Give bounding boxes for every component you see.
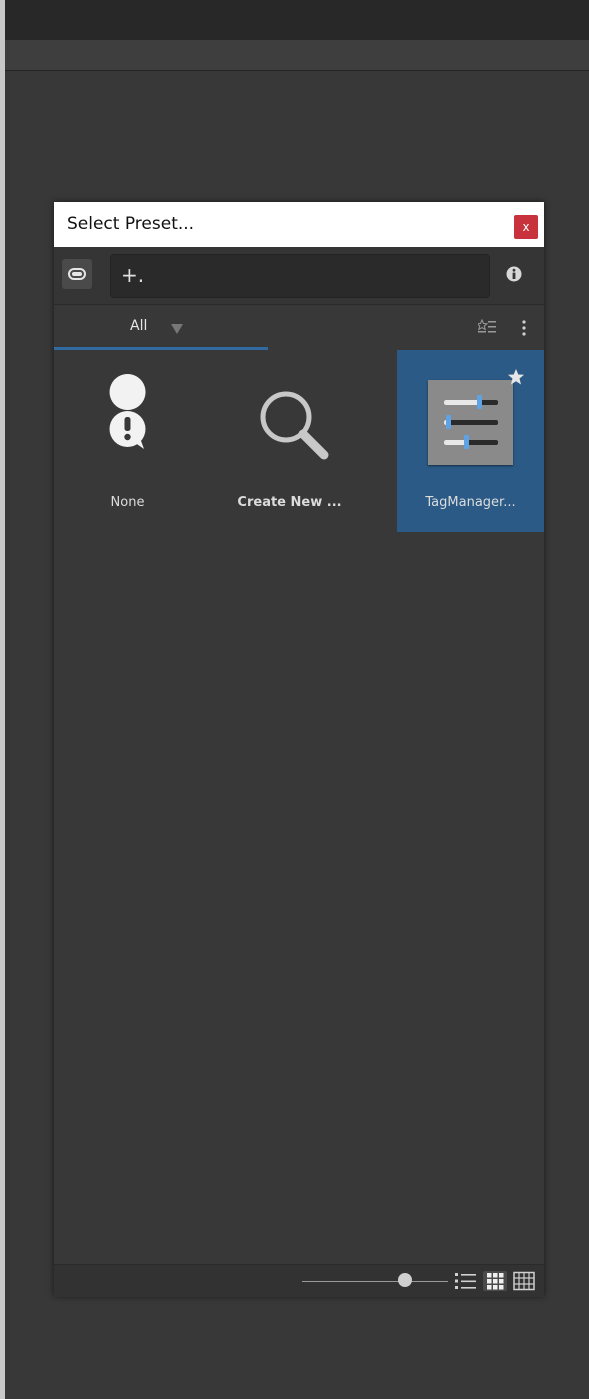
- favorite-star-icon[interactable]: [507, 368, 525, 386]
- preset-item-label: Create New ...: [237, 495, 342, 510]
- list-view-icon[interactable]: [454, 1271, 478, 1291]
- grid-view-icon: [487, 1273, 504, 1290]
- dialog-titlebar[interactable]: Select Preset... x: [54, 202, 544, 247]
- zoom-slider-thumb[interactable]: [398, 1273, 412, 1287]
- search-input[interactable]: +.: [110, 254, 490, 298]
- sync-toggle-button[interactable]: [62, 259, 92, 289]
- info-icon[interactable]: [506, 266, 522, 282]
- top-toolbar: [5, 0, 589, 40]
- preset-item-tagmanager[interactable]: TagManager...: [397, 350, 544, 532]
- preset-sliders-icon: [428, 380, 513, 465]
- dialog-title: Select Preset...: [67, 214, 195, 234]
- magnifier-icon: [260, 391, 329, 460]
- preset-item-label: None: [110, 495, 145, 510]
- preset-item-none[interactable]: None: [54, 350, 201, 532]
- more-options-icon[interactable]: [520, 319, 528, 337]
- sub-toolbar: [5, 40, 589, 71]
- dialog-footer: [54, 1264, 544, 1297]
- link-icon: [68, 268, 86, 280]
- tab-all[interactable]: All: [54, 305, 268, 350]
- select-preset-dialog: Select Preset... x +. All None Create Ne…: [54, 202, 544, 1297]
- preset-item-label: TagManager...: [425, 495, 516, 510]
- dropdown-arrow-icon[interactable]: [171, 324, 183, 334]
- close-button[interactable]: x: [514, 215, 538, 239]
- warning-bubble-icon: [109, 374, 146, 449]
- grid-view-button[interactable]: [483, 1271, 507, 1291]
- sort-favorites-icon[interactable]: [478, 319, 496, 335]
- tab-all-label: All: [130, 318, 148, 334]
- close-icon: x: [522, 220, 530, 234]
- preset-grid: None Create New ... TagManager...: [54, 350, 544, 1264]
- preset-item-create-new[interactable]: Create New ...: [216, 350, 363, 532]
- zoom-slider[interactable]: [302, 1281, 448, 1282]
- add-filter-icon[interactable]: +.: [121, 263, 144, 287]
- sliders-glyph: [444, 395, 498, 449]
- table-view-icon[interactable]: [512, 1271, 536, 1291]
- filter-tabbar: All: [54, 305, 544, 351]
- search-toolbar: +.: [54, 247, 544, 305]
